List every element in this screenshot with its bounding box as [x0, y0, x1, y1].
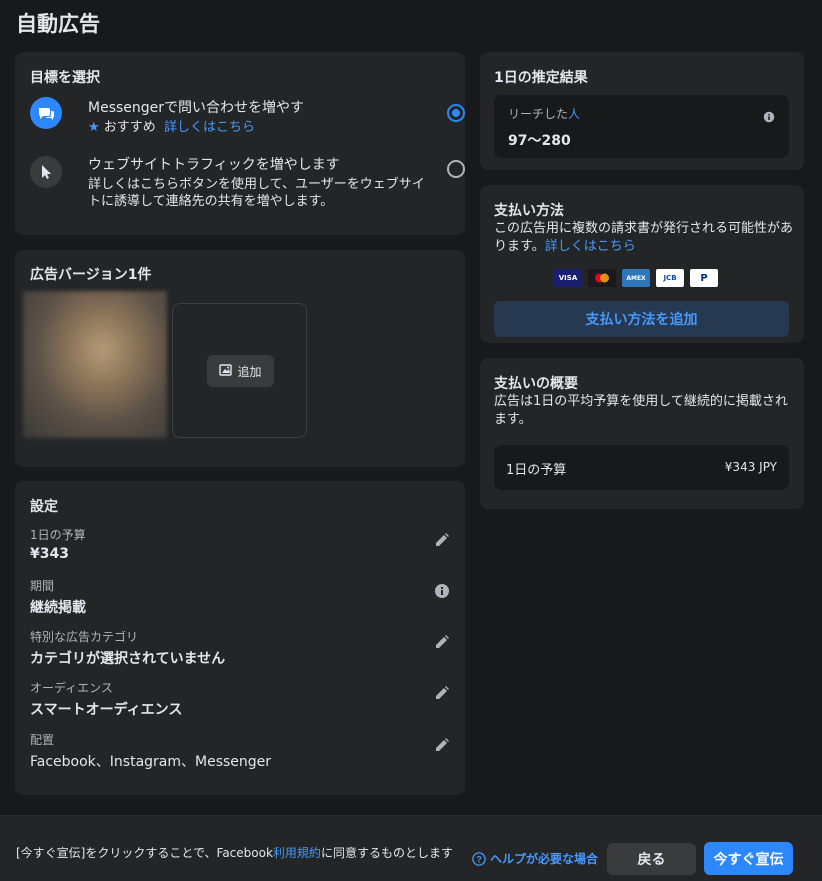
- payment-card: 支払い方法 この広告用に複数の請求書が発行される可能性があります。詳しくはこちら…: [480, 185, 804, 343]
- card-brands: VISA AMEX JCB P: [554, 269, 718, 287]
- settings-title: 設定: [30, 499, 58, 515]
- reach-value: 97〜280: [508, 133, 571, 149]
- info-icon[interactable]: [763, 111, 775, 123]
- objective-option-messenger[interactable]: Messengerで問い合わせを増やす ★ おすすめ 詳しくはこちら: [30, 97, 465, 137]
- add-payment-method-button[interactable]: 支払い方法を追加: [494, 301, 789, 337]
- estimate-card: 1日の推定結果 リーチした人 97〜280: [480, 52, 804, 170]
- paypal-icon: P: [690, 269, 718, 287]
- setting-duration: 期間 継続掲載: [30, 577, 450, 617]
- summary-budget-label: 1日の予算: [506, 463, 567, 478]
- objective-card: 目標を選択 Messengerで問い合わせを増やす ★ おすすめ 詳しくはこちら…: [15, 52, 465, 235]
- add-version-button[interactable]: 追加: [207, 355, 274, 387]
- question-icon: ?: [472, 851, 486, 866]
- summary-description: 広告は1日の平均予算を使用して継続的に掲載されます。: [494, 394, 788, 427]
- payment-title: 支払い方法: [494, 203, 564, 219]
- learn-more-link[interactable]: 詳しくはこちら: [164, 120, 255, 135]
- payment-description: この広告用に複数の請求書が発行される可能性があります。詳しくはこちら: [494, 221, 794, 254]
- setting-placements: 配置 Facebook、Instagram、Messenger: [30, 731, 450, 771]
- visa-icon: VISA: [554, 269, 582, 287]
- payment-summary-card: 支払いの概要 広告は1日の平均予算を使用して継続的に掲載されます。 1日の予算 …: [480, 358, 804, 509]
- setting-audience: オーディエンス スマートオーディエンス: [30, 679, 450, 719]
- ad-version-thumbnail[interactable]: [23, 291, 167, 438]
- summary-budget-box: 1日の予算 ¥343 JPY: [494, 445, 789, 490]
- star-icon: ★: [88, 120, 100, 135]
- objective-option-website[interactable]: ウェブサイトトラフィックを増やします 詳しくはこちらボタンを使用して、ユーザーを…: [30, 154, 465, 224]
- reach-box: リーチした人 97〜280: [494, 95, 789, 158]
- objective-radio-messenger[interactable]: [447, 104, 465, 122]
- page-title: 自動広告: [16, 12, 100, 36]
- option-description: 詳しくはこちらボタンを使用して、ユーザーをウェブサイトに誘導して連絡先の共有を増…: [88, 177, 425, 209]
- pencil-icon[interactable]: [434, 737, 450, 753]
- add-version-box: 追加: [172, 303, 307, 438]
- reach-label: リーチした人: [508, 107, 581, 121]
- terms-note: [今すぐ宣伝]をクリックすることで、Facebook利用規約に同意するものとしま…: [16, 846, 453, 860]
- info-icon[interactable]: [434, 583, 450, 599]
- option-recommended: ★ おすすめ 詳しくはこちら: [88, 120, 255, 135]
- amex-icon: AMEX: [622, 269, 650, 287]
- pencil-icon[interactable]: [434, 532, 450, 548]
- ad-versions-card: 広告バージョン1件 追加: [15, 250, 465, 467]
- objective-radio-website[interactable]: [447, 160, 465, 178]
- jcb-icon: JCB: [656, 269, 684, 287]
- back-button[interactable]: 戻る: [607, 843, 696, 875]
- pencil-icon[interactable]: [434, 685, 450, 701]
- footer-bar: [今すぐ宣伝]をクリックすることで、Facebook利用規約に同意するものとしま…: [0, 815, 822, 881]
- ad-versions-title: 広告バージョン1件: [30, 267, 152, 283]
- summary-title: 支払いの概要: [494, 376, 578, 392]
- summary-budget-value: ¥343 JPY: [724, 460, 777, 474]
- settings-card: 設定 1日の予算 ¥343 期間 継続掲載 特別な広告カテゴリ カテゴリが選択さ…: [15, 481, 465, 795]
- add-image-icon: [219, 363, 233, 380]
- mastercard-icon: [588, 269, 616, 287]
- learn-more-link[interactable]: 詳しくはこちら: [545, 239, 636, 254]
- setting-daily-budget: 1日の予算 ¥343: [30, 526, 450, 562]
- promote-now-button[interactable]: 今すぐ宣伝: [704, 842, 793, 875]
- option-title: Messengerで問い合わせを増やす: [88, 100, 305, 116]
- terms-link[interactable]: 利用規約: [273, 846, 321, 860]
- cursor-icon: [30, 156, 62, 188]
- svg-text:?: ?: [476, 854, 481, 864]
- objective-title: 目標を選択: [30, 70, 100, 86]
- option-title: ウェブサイトトラフィックを増やします: [88, 157, 340, 173]
- estimate-title: 1日の推定結果: [494, 70, 588, 86]
- help-link[interactable]: ? ヘルプが必要な場合: [472, 850, 598, 867]
- messenger-chat-icon: [30, 97, 62, 129]
- setting-special-category: 特別な広告カテゴリ カテゴリが選択されていません: [30, 628, 450, 668]
- pencil-icon[interactable]: [434, 634, 450, 650]
